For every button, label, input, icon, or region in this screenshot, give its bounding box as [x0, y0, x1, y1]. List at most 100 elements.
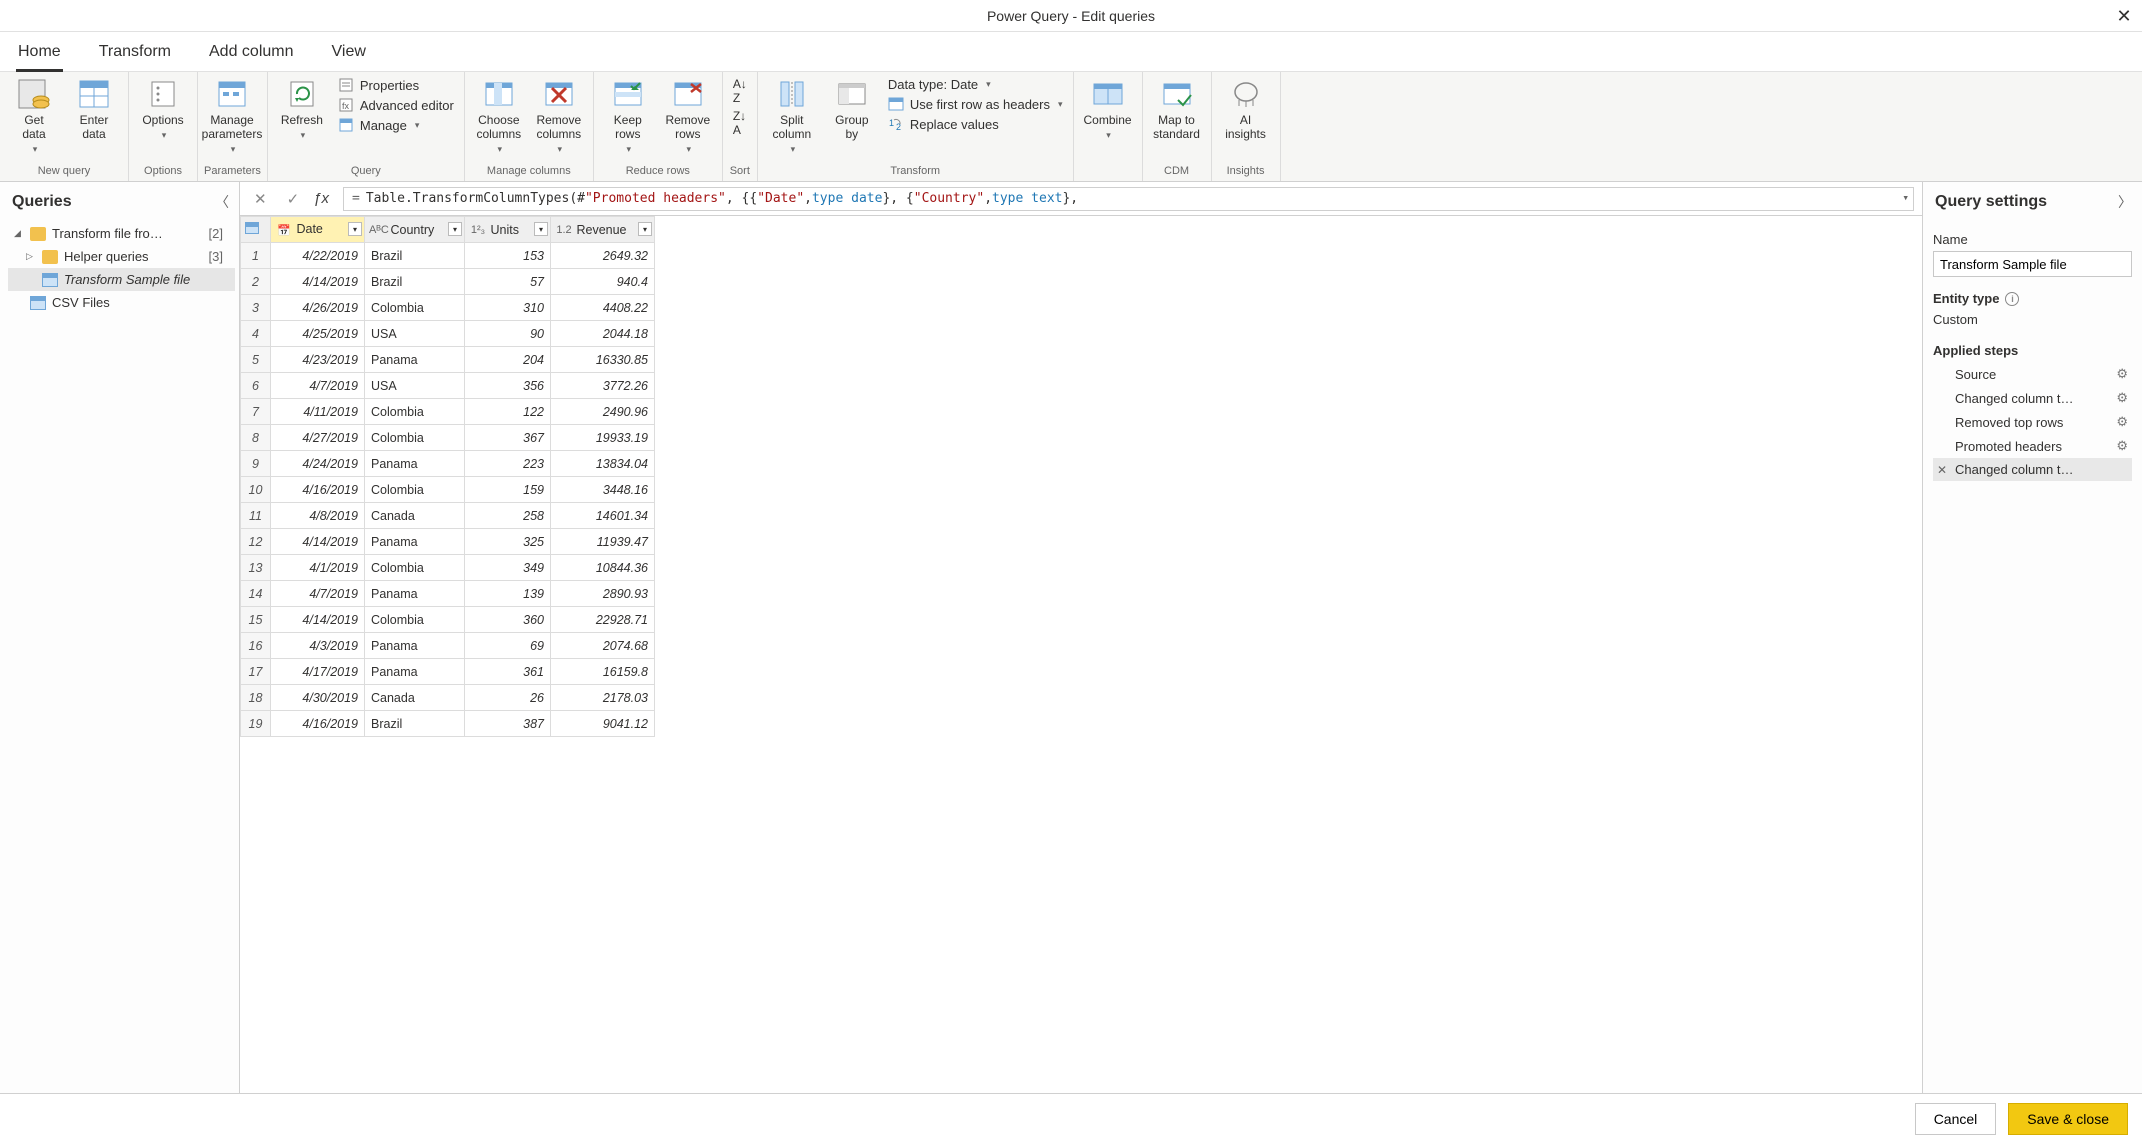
- map to-standard-button[interactable]: Map tostandard: [1149, 76, 1205, 144]
- cell-units[interactable]: 153: [465, 243, 551, 269]
- ai-insights-button[interactable]: AIinsights: [1218, 76, 1274, 144]
- table-row[interactable]: 184/30/2019Canada262178.03: [241, 685, 655, 711]
- table-row[interactable]: 164/3/2019Panama692074.68: [241, 633, 655, 659]
- properties-button[interactable]: Properties: [334, 76, 458, 94]
- use-first-row-as-headers-button[interactable]: Use first row as headers ▾: [884, 95, 1067, 113]
- column-filter-icon[interactable]: ▾: [638, 222, 652, 236]
- manage-parameters-button[interactable]: Manageparameters ▾: [204, 76, 260, 156]
- cell-units[interactable]: 387: [465, 711, 551, 737]
- cell-country[interactable]: Colombia: [365, 607, 465, 633]
- collapse-left-icon[interactable]: 〈: [215, 192, 229, 212]
- cell-country[interactable]: Panama: [365, 529, 465, 555]
- column-header-revenue[interactable]: 1.2 Revenue▾: [551, 217, 655, 243]
- tab-add-column[interactable]: Add column: [207, 35, 296, 71]
- replace-values-button[interactable]: 12Replace values: [884, 115, 1067, 133]
- cell-country[interactable]: Panama: [365, 581, 465, 607]
- cell-date[interactable]: 4/14/2019: [271, 269, 365, 295]
- cell-revenue[interactable]: 2074.68: [551, 633, 655, 659]
- cell-units[interactable]: 361: [465, 659, 551, 685]
- cell-country[interactable]: Canada: [365, 685, 465, 711]
- cell-date[interactable]: 4/30/2019: [271, 685, 365, 711]
- delete-step-icon[interactable]: ✕: [1937, 463, 1949, 477]
- tab-transform[interactable]: Transform: [97, 35, 173, 71]
- cell-country[interactable]: Colombia: [365, 295, 465, 321]
- table-row[interactable]: 24/14/2019Brazil57940.4: [241, 269, 655, 295]
- cell-country[interactable]: USA: [365, 373, 465, 399]
- cell-units[interactable]: 356: [465, 373, 551, 399]
- cell-revenue[interactable]: 14601.34: [551, 503, 655, 529]
- cell-revenue[interactable]: 2890.93: [551, 581, 655, 607]
- cell-country[interactable]: Colombia: [365, 555, 465, 581]
- close-icon[interactable]: ✕: [2112, 4, 2136, 28]
- keep-rows-button[interactable]: Keeprows ▾: [600, 76, 656, 156]
- cell-revenue[interactable]: 940.4: [551, 269, 655, 295]
- table-row[interactable]: 194/16/2019Brazil3879041.12: [241, 711, 655, 737]
- query-transform-sample-file[interactable]: Transform Sample file: [8, 268, 235, 291]
- cell-date[interactable]: 4/23/2019: [271, 347, 365, 373]
- table-row[interactable]: 14/22/2019Brazil1532649.32: [241, 243, 655, 269]
- cancel-button[interactable]: Cancel: [1915, 1103, 1997, 1135]
- cell-date[interactable]: 4/8/2019: [271, 503, 365, 529]
- cell-revenue[interactable]: 4408.22: [551, 295, 655, 321]
- gear-icon[interactable]: ⚙: [2116, 438, 2128, 454]
- options-button[interactable]: Options ▾: [135, 76, 191, 142]
- cell-date[interactable]: 4/24/2019: [271, 451, 365, 477]
- cell-country[interactable]: Canada: [365, 503, 465, 529]
- cell-revenue[interactable]: 3772.26: [551, 373, 655, 399]
- column-filter-icon[interactable]: ▾: [534, 222, 548, 236]
- column-header-units[interactable]: 1²₃ Units▾: [465, 217, 551, 243]
- get-data-button[interactable]: Getdata ▾: [6, 76, 62, 156]
- cancel-formula-icon[interactable]: ✕: [248, 190, 273, 208]
- cell-country[interactable]: Brazil: [365, 269, 465, 295]
- choose-columns-button[interactable]: Choosecolumns ▾: [471, 76, 527, 156]
- table-row[interactable]: 154/14/2019Colombia36022928.71: [241, 607, 655, 633]
- cell-revenue[interactable]: 9041.12: [551, 711, 655, 737]
- cell-revenue[interactable]: 2044.18: [551, 321, 655, 347]
- cell-revenue[interactable]: 19933.19: [551, 425, 655, 451]
- cell-units[interactable]: 139: [465, 581, 551, 607]
- formula-input[interactable]: =Table.TransformColumnTypes(#"Promoted h…: [343, 187, 1914, 211]
- cell-units[interactable]: 122: [465, 399, 551, 425]
- rownum-header[interactable]: [241, 217, 271, 243]
- gear-icon[interactable]: ⚙: [2116, 414, 2128, 430]
- cell-revenue[interactable]: 11939.47: [551, 529, 655, 555]
- folder-helper-queries[interactable]: ▷Helper queries[3]: [8, 245, 235, 268]
- table-row[interactable]: 34/26/2019Colombia3104408.22: [241, 295, 655, 321]
- gear-icon[interactable]: ⚙: [2116, 366, 2128, 382]
- data-grid[interactable]: 📅 Date▾AᴮC Country▾1²₃ Units▾1.2 Revenue…: [240, 216, 1922, 1093]
- table-row[interactable]: 134/1/2019Colombia34910844.36: [241, 555, 655, 581]
- applied-step[interactable]: Removed top rows⚙: [1933, 410, 2132, 434]
- tab-view[interactable]: View: [330, 35, 368, 71]
- cell-country[interactable]: USA: [365, 321, 465, 347]
- applied-step[interactable]: ✕Changed column t…: [1933, 458, 2132, 481]
- advanced-editor-button[interactable]: fxAdvanced editor: [334, 96, 458, 114]
- cell-date[interactable]: 4/11/2019: [271, 399, 365, 425]
- remove-columns-button[interactable]: Removecolumns ▾: [531, 76, 587, 156]
- cell-date[interactable]: 4/14/2019: [271, 607, 365, 633]
- cell-date[interactable]: 4/16/2019: [271, 711, 365, 737]
- sort-desc-button[interactable]: Z↓A: [729, 108, 751, 138]
- column-filter-icon[interactable]: ▾: [348, 222, 362, 236]
- tab-home[interactable]: Home: [16, 35, 63, 71]
- query-name-input[interactable]: [1933, 251, 2132, 277]
- cell-units[interactable]: 90: [465, 321, 551, 347]
- cell-units[interactable]: 325: [465, 529, 551, 555]
- query-csv-files[interactable]: CSV Files: [8, 291, 235, 314]
- cell-date[interactable]: 4/14/2019: [271, 529, 365, 555]
- fx-icon[interactable]: ƒx: [313, 190, 335, 207]
- table-row[interactable]: 74/11/2019Colombia1222490.96: [241, 399, 655, 425]
- info-icon[interactable]: i: [2005, 292, 2019, 306]
- cell-units[interactable]: 204: [465, 347, 551, 373]
- formula-dropdown-icon[interactable]: ▾: [1902, 191, 1909, 204]
- manage-button[interactable]: Manage ▾: [334, 116, 458, 134]
- cell-date[interactable]: 4/25/2019: [271, 321, 365, 347]
- cell-date[interactable]: 4/7/2019: [271, 581, 365, 607]
- cell-country[interactable]: Colombia: [365, 425, 465, 451]
- cell-units[interactable]: 69: [465, 633, 551, 659]
- cell-country[interactable]: Brazil: [365, 243, 465, 269]
- sort-asc-button[interactable]: A↓Z: [729, 76, 751, 106]
- cell-units[interactable]: 26: [465, 685, 551, 711]
- column-header-country[interactable]: AᴮC Country▾: [365, 217, 465, 243]
- folder-transform-file-fro-[interactable]: ◢Transform file fro…[2]: [8, 222, 235, 245]
- gear-icon[interactable]: ⚙: [2116, 390, 2128, 406]
